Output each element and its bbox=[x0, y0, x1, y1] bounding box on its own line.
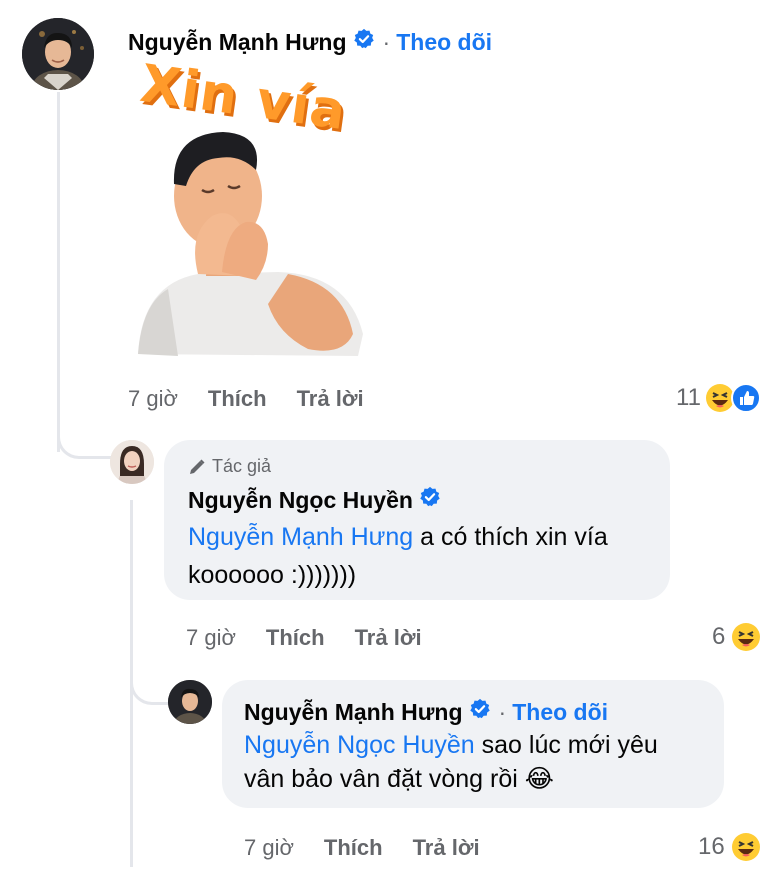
comment-text-line1: a có thích xin vía bbox=[413, 523, 608, 551]
separator-dot: · bbox=[498, 698, 507, 725]
haha-icon bbox=[731, 622, 761, 652]
reaction-count: 16 bbox=[698, 833, 725, 860]
avatar[interactable] bbox=[168, 680, 212, 724]
like-button[interactable]: Thích bbox=[266, 625, 325, 651]
reaction-count: 6 bbox=[712, 623, 726, 650]
verified-badge-icon bbox=[419, 486, 441, 514]
comment-header: Nguyễn Mạnh Hưng · Theo dõi bbox=[128, 28, 492, 56]
comment-header: Nguyễn Ngọc Huyền bbox=[188, 486, 441, 514]
author-badge-label: Tác giả bbox=[212, 456, 272, 476]
reaction-summary[interactable]: 11 bbox=[676, 383, 761, 413]
reaction-count: 11 bbox=[676, 384, 701, 411]
verified-badge-icon bbox=[469, 698, 491, 726]
avatar-photo-icon bbox=[168, 680, 212, 724]
follow-button[interactable]: Theo dõi bbox=[396, 29, 492, 56]
verified-badge-icon bbox=[353, 28, 375, 56]
comment-header: Nguyễn Mạnh Hưng · Theo dõi bbox=[244, 698, 608, 726]
comment-actions: 7 giờ Thích Trả lời bbox=[244, 835, 480, 861]
sticker-character-icon bbox=[138, 132, 363, 356]
sticker: Xin vía bbox=[128, 54, 388, 368]
comment-text: Nguyễn Mạnh Hưng a có thích xin vía kooo… bbox=[188, 518, 608, 594]
tears-of-joy-icon: 😂 bbox=[524, 764, 554, 793]
reply-button[interactable]: Trả lời bbox=[297, 386, 364, 412]
avatar-photo-icon bbox=[110, 440, 154, 484]
reply-button[interactable]: Trả lời bbox=[355, 625, 422, 651]
like-button[interactable]: Thích bbox=[324, 835, 383, 861]
pencil-icon bbox=[190, 459, 205, 474]
like-icon bbox=[730, 383, 761, 413]
reply-button[interactable]: Trả lời bbox=[413, 835, 480, 861]
author-badge: Tác giả bbox=[188, 456, 271, 477]
comment-text-line2: koooooo :))))))) bbox=[188, 561, 357, 589]
reaction-summary[interactable]: 6 bbox=[712, 622, 761, 652]
mention-link[interactable]: Nguyễn Mạnh Hưng bbox=[188, 523, 413, 551]
author-name[interactable]: Nguyễn Ngọc Huyền bbox=[188, 487, 413, 514]
author-name[interactable]: Nguyễn Mạnh Hưng bbox=[128, 29, 347, 56]
timestamp[interactable]: 7 giờ bbox=[244, 835, 294, 861]
separator-dot: · bbox=[382, 28, 391, 55]
comment-bubble: Nguyễn Mạnh Hưng · Theo dõi Nguyễn Ngọc … bbox=[222, 680, 724, 808]
comment-actions: 7 giờ Thích Trả lời bbox=[128, 386, 364, 412]
thread-line-main bbox=[57, 92, 60, 452]
comment-bubble: Tác giả Nguyễn Ngọc Huyền Nguyễn Mạnh Hư… bbox=[164, 440, 670, 600]
author-name[interactable]: Nguyễn Mạnh Hưng bbox=[244, 699, 463, 726]
timestamp[interactable]: 7 giờ bbox=[128, 386, 178, 412]
follow-button[interactable]: Theo dõi bbox=[512, 699, 608, 726]
mention-link[interactable]: Nguyễn Ngọc Huyền bbox=[244, 731, 475, 759]
thread-curve-reply-2 bbox=[130, 660, 171, 705]
avatar-photo-icon bbox=[22, 18, 94, 90]
thread-line-nested bbox=[130, 700, 133, 867]
comment-text-line1: sao lúc mới yêu bbox=[474, 731, 658, 759]
haha-icon bbox=[731, 832, 761, 862]
comment-actions: 7 giờ Thích Trả lời bbox=[186, 625, 422, 651]
comment-text-line2: vân bảo vân đặt vòng rồi bbox=[244, 765, 518, 793]
reaction-summary[interactable]: 16 bbox=[698, 832, 761, 862]
comment-text: Nguyễn Ngọc Huyền sao lúc mới yêu vân bả… bbox=[244, 728, 658, 796]
like-button[interactable]: Thích bbox=[208, 386, 267, 412]
thread-curve-reply-1 bbox=[57, 420, 114, 459]
avatar[interactable] bbox=[110, 440, 154, 484]
timestamp[interactable]: 7 giờ bbox=[186, 625, 236, 651]
avatar[interactable] bbox=[22, 18, 94, 90]
